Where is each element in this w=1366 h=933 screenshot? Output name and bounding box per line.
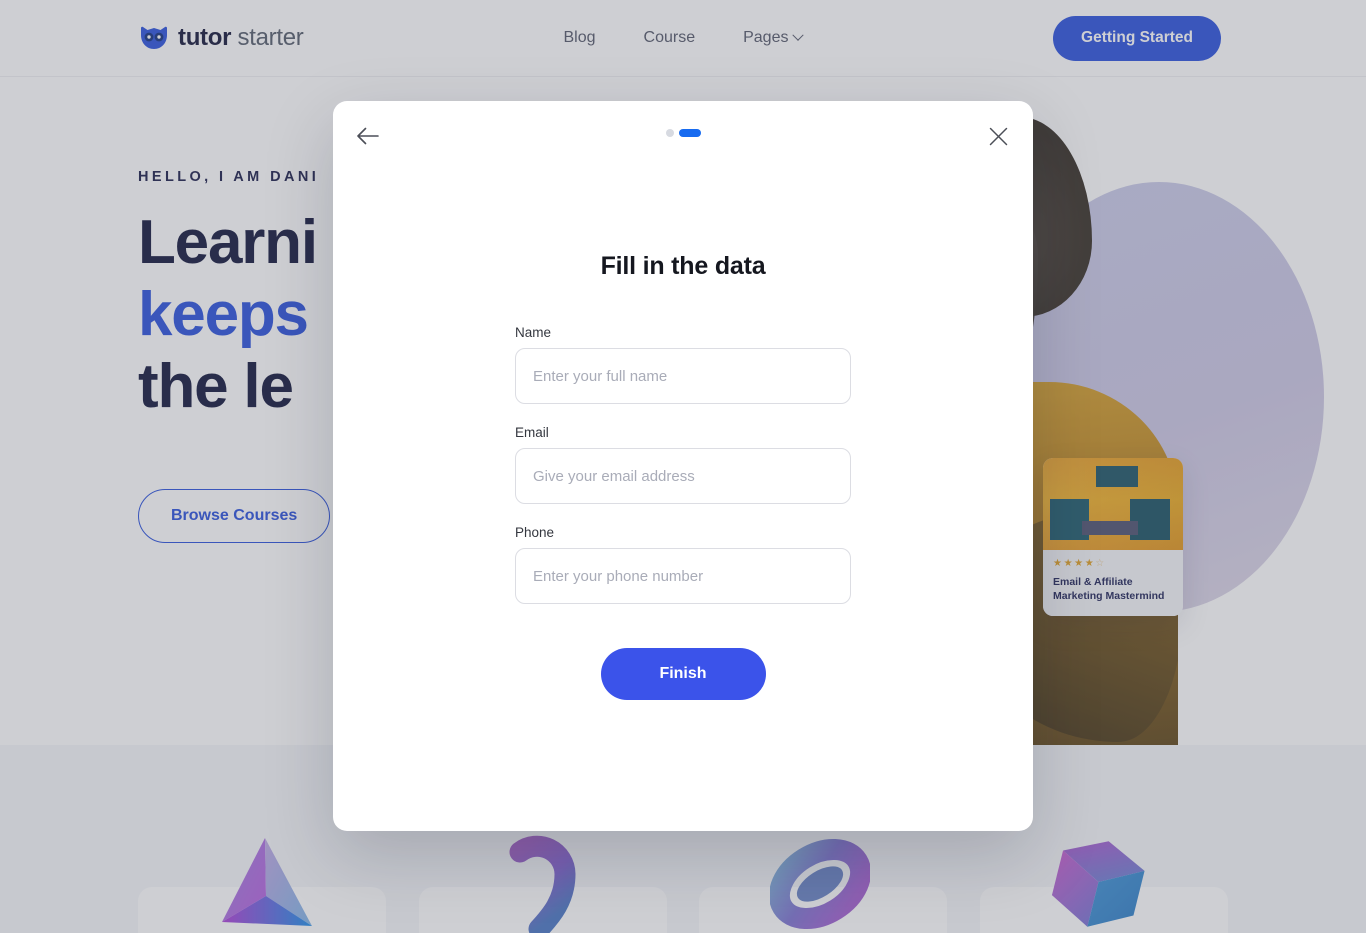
field-email-label: Email xyxy=(515,425,549,440)
field-phone-label: Phone xyxy=(515,525,555,540)
step-dot-1[interactable] xyxy=(665,129,674,137)
name-input[interactable] xyxy=(515,348,851,404)
step-dot-2-active[interactable] xyxy=(678,129,701,137)
field-name-label: Name xyxy=(515,325,552,340)
submit-row: Finish xyxy=(515,648,851,700)
close-icon xyxy=(989,127,1008,146)
modal-title: Fill in the data xyxy=(600,252,766,280)
field-email: Email xyxy=(515,425,851,504)
phone-input[interactable] xyxy=(515,548,851,604)
step-indicator xyxy=(333,129,1033,137)
field-name: Name xyxy=(515,325,851,404)
field-phone: Phone xyxy=(515,525,851,604)
data-form: Name Email Phone Finish xyxy=(515,325,851,700)
modal-header xyxy=(333,101,1033,167)
app-root: tutor starter Blog Course Pages Getting … xyxy=(0,0,1366,933)
fill-in-data-modal: Fill in the data Name Email Phone Finish xyxy=(333,101,1033,831)
finish-button[interactable]: Finish xyxy=(600,648,766,700)
email-input[interactable] xyxy=(515,448,851,504)
close-button[interactable] xyxy=(981,119,1015,153)
